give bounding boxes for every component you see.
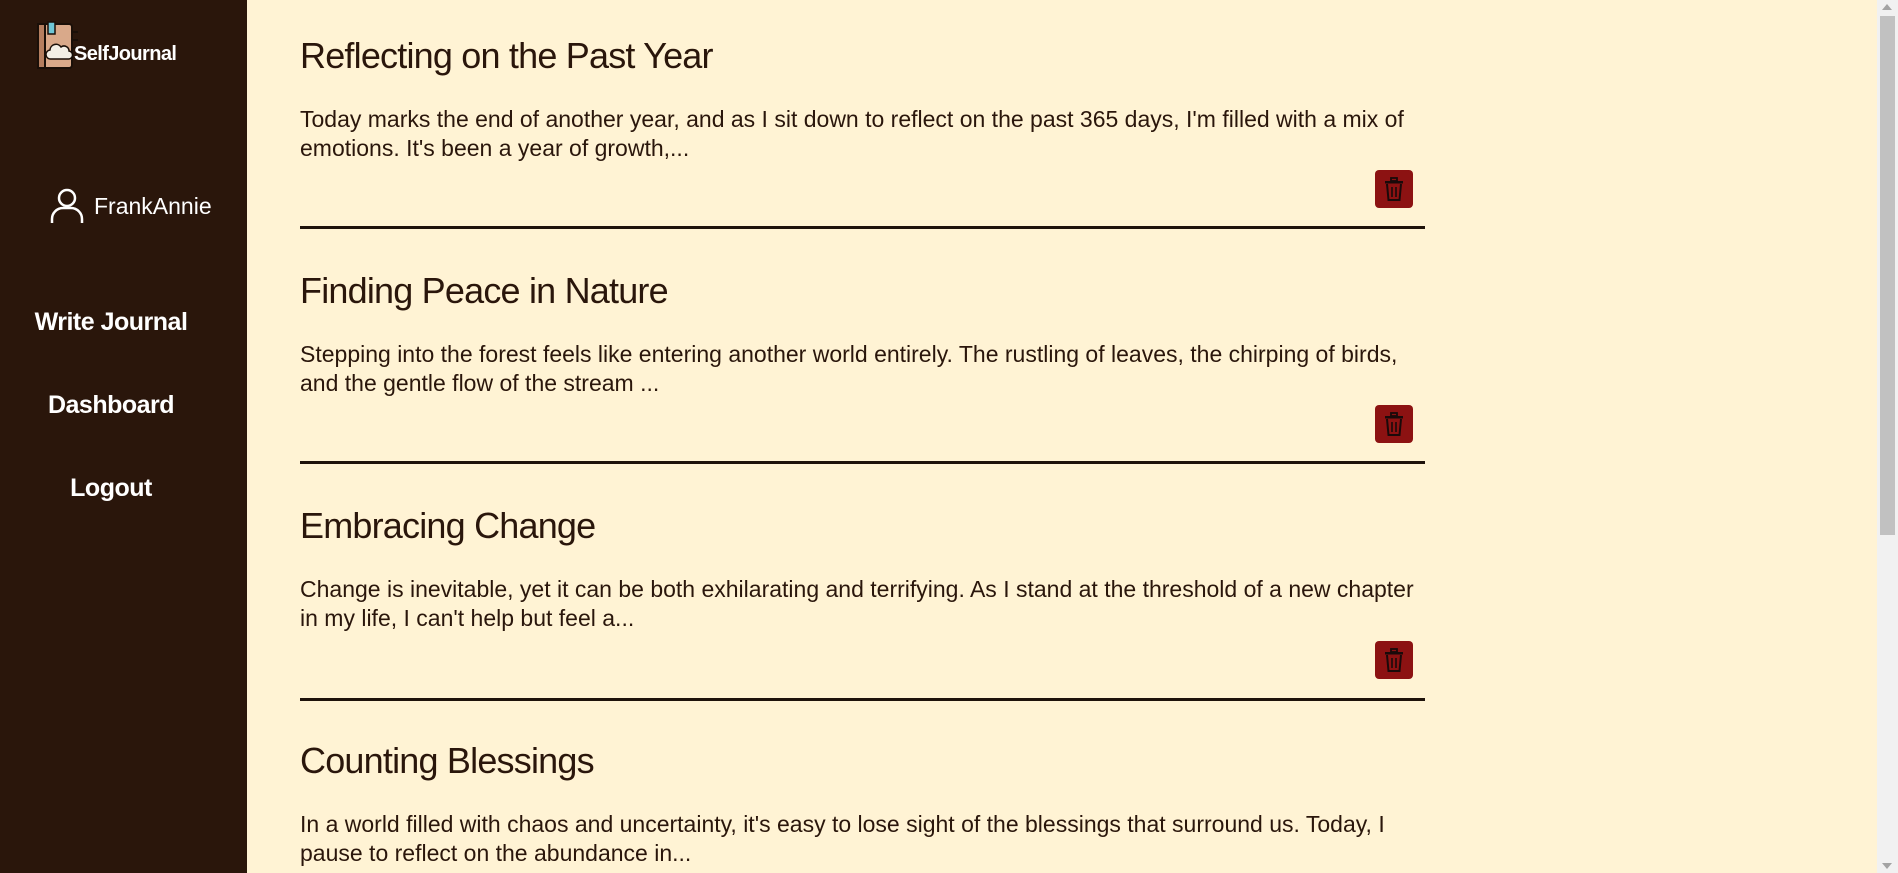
entry-excerpt: In a world filled with chaos and uncerta… xyxy=(300,811,1385,866)
scroll-down-arrow[interactable] xyxy=(1882,863,1892,869)
nav-logout[interactable]: Logout xyxy=(0,474,222,503)
trash-icon xyxy=(1385,177,1403,201)
entry-title[interactable]: Finding Peace in Nature xyxy=(300,269,1425,313)
brand[interactable]: SelfJournal xyxy=(36,20,177,70)
user-profile[interactable]: FrankAnnie xyxy=(50,188,212,224)
username: FrankAnnie xyxy=(94,192,212,219)
user-icon xyxy=(50,188,84,223)
trash-icon xyxy=(1385,648,1403,672)
brand-name: SelfJournal xyxy=(74,43,177,65)
entry-divider xyxy=(300,461,1425,464)
entry-excerpt: Today marks the end of another year, and… xyxy=(300,106,1404,161)
entry-title[interactable]: Reflecting on the Past Year xyxy=(300,34,1425,78)
nav-dashboard[interactable]: Dashboard xyxy=(0,391,222,420)
nav-write-journal[interactable]: Write Journal xyxy=(0,308,222,337)
journal-entry: Counting Blessings In a world filled wit… xyxy=(300,739,1425,868)
entry-title[interactable]: Embracing Change xyxy=(300,504,1425,548)
entry-title[interactable]: Counting Blessings xyxy=(300,739,1425,783)
vertical-scrollbar[interactable] xyxy=(1877,0,1898,873)
entry-excerpt: Stepping into the forest feels like ente… xyxy=(300,341,1398,396)
trash-icon xyxy=(1385,412,1403,436)
entry-divider xyxy=(300,698,1425,701)
journal-entry: Embracing Change Change is inevitable, y… xyxy=(300,504,1425,701)
entry-divider xyxy=(300,226,1425,229)
journal-entry: Reflecting on the Past Year Today marks … xyxy=(300,34,1425,229)
scrollbar-thumb[interactable] xyxy=(1880,16,1895,535)
scroll-up-arrow[interactable] xyxy=(1882,4,1892,10)
journal-entry: Finding Peace in Nature Stepping into th… xyxy=(300,269,1425,464)
entry-excerpt: Change is inevitable, yet it can be both… xyxy=(300,576,1414,631)
journal-list: Reflecting on the Past Year Today marks … xyxy=(247,0,1877,873)
delete-button[interactable] xyxy=(1375,170,1413,208)
delete-button[interactable] xyxy=(1375,641,1413,679)
sidebar: SelfJournal FrankAnnie Write Journal Das… xyxy=(0,0,247,873)
delete-button[interactable] xyxy=(1375,405,1413,443)
